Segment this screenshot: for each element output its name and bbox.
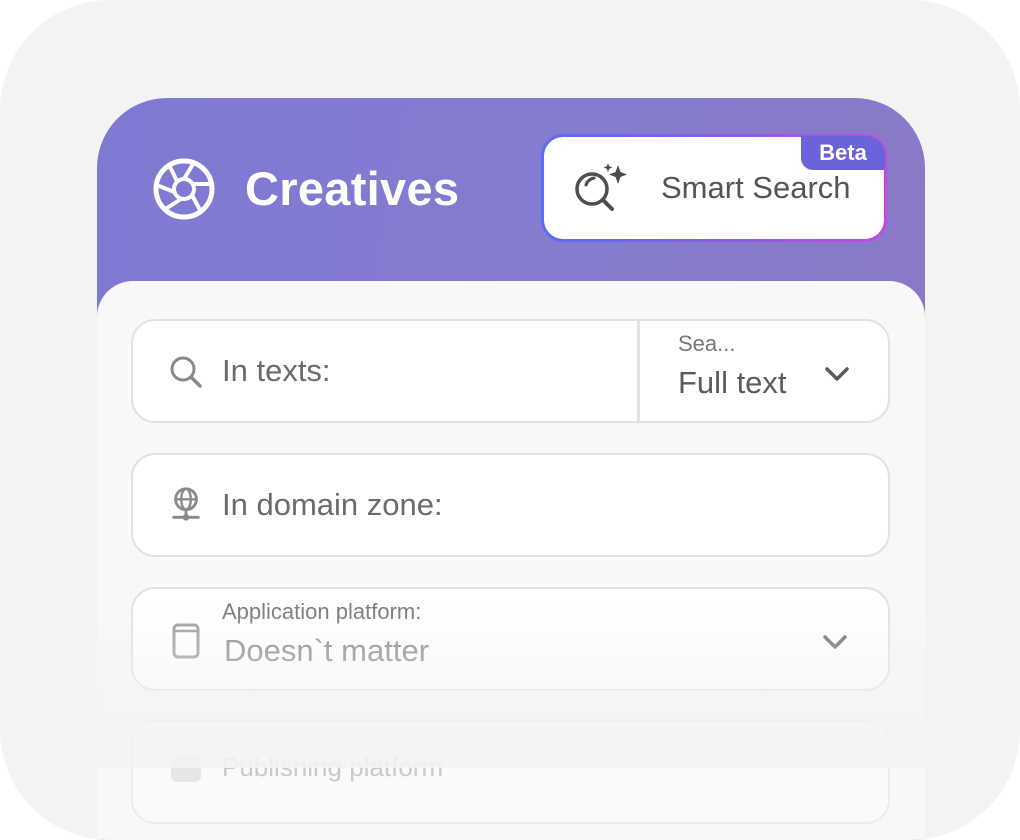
chevron-down-icon: [825, 367, 849, 381]
search-mode-label: Sea...: [678, 331, 736, 356]
application-platform-select[interactable]: Application platform: Doesn`t matter: [131, 587, 890, 691]
search-icon: [170, 356, 202, 388]
application-platform-label: Application platform:: [222, 599, 422, 624]
page-title: Creatives: [245, 162, 460, 215]
chevron-down-icon: [823, 635, 847, 649]
smart-search-button-body[interactable]: Smart Search Beta: [544, 136, 885, 239]
phone-icon: [172, 623, 200, 659]
search-mode-select[interactable]: Sea... Full text: [640, 321, 890, 421]
text-search-label: In texts:: [222, 353, 331, 388]
application-platform-value: Doesn`t matter: [224, 633, 430, 668]
publishing-platform-select[interactable]: Publishing platform: [131, 720, 890, 824]
sparkle-search-icon: [575, 163, 627, 211]
text-search-field[interactable]: In texts: Sea... Full text: [131, 319, 890, 423]
globe-icon: [172, 487, 200, 521]
smart-search-button[interactable]: Smart Search Beta: [541, 134, 887, 242]
backdrop: Creatives Smart Search Beta In texts: Se…: [0, 0, 1020, 840]
aperture-icon: [153, 158, 215, 220]
beta-badge: Beta: [801, 136, 885, 170]
domain-zone-field[interactable]: In domain zone:: [131, 453, 890, 557]
domain-zone-label: In domain zone:: [222, 487, 443, 522]
search-mode-value: Full text: [678, 365, 787, 400]
platform-icon: [171, 756, 201, 782]
